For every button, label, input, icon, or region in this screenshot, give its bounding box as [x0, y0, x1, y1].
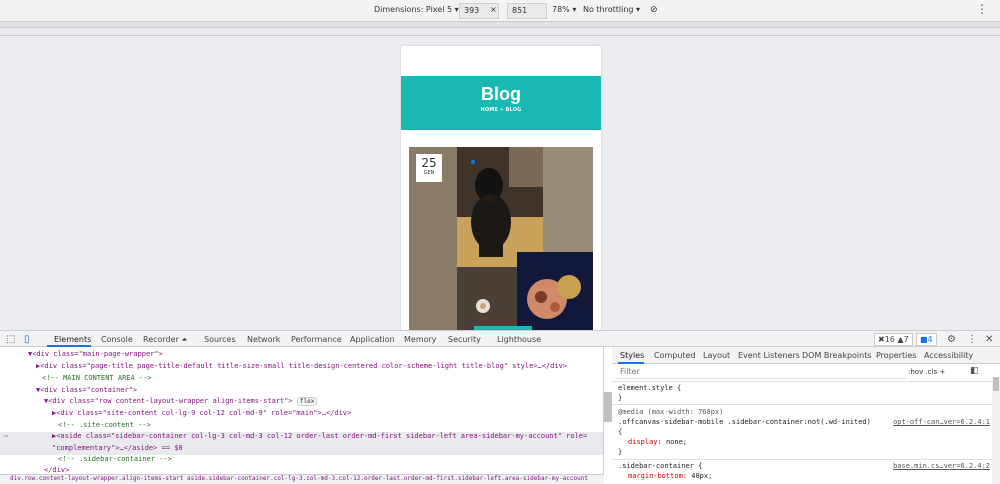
post-date-day: 25: [421, 156, 437, 170]
tab-styles[interactable]: Styles: [620, 351, 644, 360]
css-rule-close: }: [618, 394, 623, 402]
divider: [612, 404, 1000, 405]
tab-accessibility[interactable]: Accessibility: [924, 351, 973, 360]
dom-comment[interactable]: <!-- .sidebar-container -->: [58, 455, 172, 463]
device-height-input[interactable]: 851: [507, 3, 547, 19]
tab-layout[interactable]: Layout: [703, 351, 730, 360]
inspect-element-icon[interactable]: ⬚: [6, 334, 15, 345]
dom-node[interactable]: ▼<div class="container">: [36, 386, 137, 394]
devtools-tab-bar: ⬚ ▯ Elements Console Recorder ⏶ Sources …: [0, 330, 1000, 347]
close-icon[interactable]: ✕: [985, 334, 993, 345]
css-property-name[interactable]: margin-bottom: [628, 472, 683, 480]
throttling-select[interactable]: No throttling ▾: [583, 5, 640, 14]
styles-tab-bar: Styles Computed Layout Event Listeners D…: [612, 347, 1000, 364]
page-title-banner: Blog HOME » BLOG: [401, 76, 601, 130]
post-date-month: GEN: [423, 170, 435, 176]
device-dimensions-select[interactable]: Dimensions: Pixel 5 ▾: [374, 5, 459, 14]
page-breadcrumb[interactable]: HOME » BLOG: [401, 107, 601, 113]
more-menu-icon[interactable]: ⋮: [967, 334, 977, 345]
css-rule-open: {: [618, 428, 623, 436]
error-warning-counter[interactable]: ✖16 ▲7: [874, 333, 913, 346]
css-rule-selector[interactable]: .offcanvas-sidebar-mobile .sidebar-conta…: [618, 418, 990, 426]
tab-elements[interactable]: Elements: [54, 335, 91, 344]
css-selector-text: .offcanvas-sidebar-mobile .sidebar-conta…: [618, 418, 871, 426]
styles-filter-tools[interactable]: :hov .cls +: [908, 368, 945, 376]
toggle-sidebar-icon[interactable]: ◧: [970, 366, 979, 376]
tab-performance[interactable]: Performance: [291, 335, 342, 344]
css-rule-selector[interactable]: .sidebar-container { base.min.cs…ver=6.2…: [618, 462, 990, 470]
dom-node[interactable]: ▼<div class="row content-layout-wrapper …: [44, 397, 318, 406]
css-declaration[interactable]: margin-bottom: 40px;: [628, 472, 712, 480]
tab-dom-breakpoints[interactable]: DOM Breakpoints: [802, 351, 872, 360]
node-actions-icon[interactable]: ⋯: [4, 432, 8, 440]
zoom-select[interactable]: 78% ▾: [552, 5, 576, 14]
elements-scrollbar[interactable]: [604, 392, 612, 422]
dom-node[interactable]: ▶<div class="page-title page-title-defau…: [36, 362, 567, 370]
tab-sources[interactable]: Sources: [204, 335, 236, 344]
css-property-value[interactable]: : 40px;: [683, 472, 713, 480]
tab-recorder[interactable]: Recorder ⏶: [143, 335, 188, 345]
tab-security[interactable]: Security: [448, 335, 481, 344]
styles-sidebar: Styles Computed Layout Event Listeners D…: [612, 347, 1000, 484]
device-ruler: [0, 28, 1000, 36]
css-rule-selector[interactable]: element.style {: [618, 384, 681, 392]
dom-node-selected[interactable]: ▶<aside class="sidebar-container col-lg-…: [0, 432, 603, 444]
tab-memory[interactable]: Memory: [404, 335, 437, 344]
dom-node[interactable]: ▶<div class="site-content col-lg-9 col-1…: [52, 409, 351, 417]
tab-console[interactable]: Console: [101, 335, 133, 344]
dom-node-text: ▼<div class="row content-layout-wrapper …: [44, 397, 293, 405]
post-date-badge: 25 GEN: [416, 154, 442, 182]
css-declaration[interactable]: display: none;: [628, 438, 687, 446]
elements-tree[interactable]: ▼<div class="main-page-wrapper"> ▶<div c…: [0, 347, 604, 474]
active-tab-indicator: [618, 362, 644, 364]
dimension-separator: ×: [490, 5, 497, 14]
dom-node-selected-cont[interactable]: "complementary">…</aside> == $0: [0, 444, 603, 455]
tab-properties[interactable]: Properties: [876, 351, 916, 360]
tab-event-listeners[interactable]: Event Listeners: [738, 351, 800, 360]
more-options-icon[interactable]: ⋮: [976, 2, 988, 16]
tab-computed[interactable]: Computed: [654, 351, 696, 360]
styles-scrollbar[interactable]: [992, 377, 1000, 484]
css-source-link[interactable]: opt-off-can…ver=6.2.4:1: [893, 418, 990, 426]
css-source-link[interactable]: base.min.cs…ver=6.2.4:2: [893, 462, 990, 470]
divider: [612, 459, 1000, 460]
message-counter[interactable]: ■4: [916, 333, 937, 346]
css-selector-text: .sidebar-container {: [618, 462, 703, 470]
mobile-page: Blog HOME » BLOG 25 GEN: [401, 46, 601, 330]
dom-node[interactable]: </div>: [44, 466, 69, 474]
device-toggle-icon[interactable]: ▯: [24, 334, 30, 345]
dom-comment[interactable]: <!-- .site-content -->: [58, 421, 151, 429]
css-property-value[interactable]: : none;: [658, 438, 688, 446]
tab-application[interactable]: Application: [350, 335, 395, 344]
styles-filter-input[interactable]: Filter: [616, 367, 906, 379]
dom-breadcrumb[interactable]: div.row.content-layout-wrapper.align-ite…: [0, 474, 604, 484]
tab-lighthouse[interactable]: Lighthouse: [497, 335, 541, 344]
dom-comment[interactable]: <!-- MAIN CONTENT AREA -->: [42, 374, 152, 382]
settings-gear-icon[interactable]: ⚙: [947, 334, 956, 345]
scrollbar-thumb[interactable]: [993, 377, 999, 391]
tab-network[interactable]: Network: [247, 335, 280, 344]
page-title: Blog: [481, 84, 521, 104]
css-property-name[interactable]: display: [628, 438, 658, 446]
rotate-icon[interactable]: ⊘: [650, 5, 658, 15]
divider: [612, 381, 1000, 382]
device-toolbar: Dimensions: Pixel 5 ▾ 393 × 851 78% ▾ No…: [0, 0, 1000, 22]
dom-node[interactable]: ▼<div class="main-page-wrapper">: [28, 350, 163, 358]
flex-badge[interactable]: flex: [296, 397, 318, 406]
css-media-query: @media (max-width: 768px): [618, 408, 724, 416]
blog-post-image[interactable]: 25 GEN: [409, 147, 593, 330]
css-rule-close: }: [618, 448, 623, 456]
